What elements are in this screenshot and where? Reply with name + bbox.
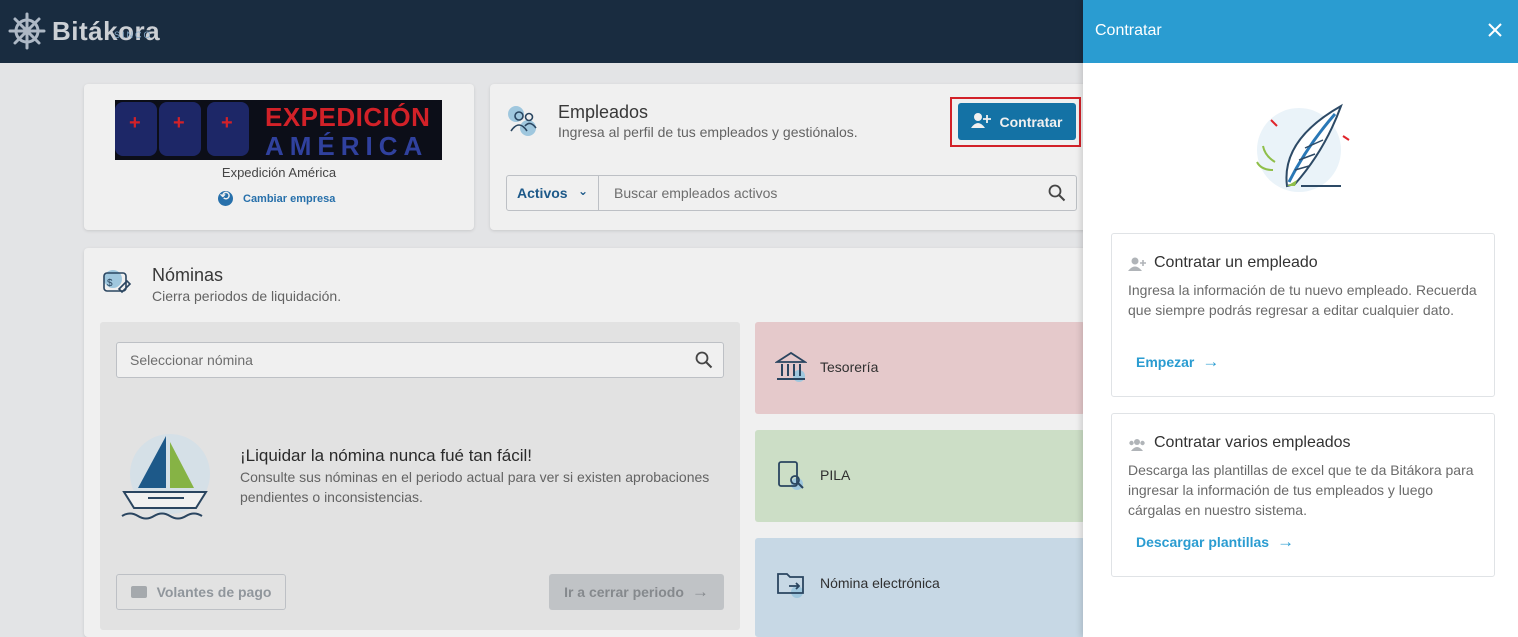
- arrow-right-icon: →: [1277, 532, 1295, 551]
- hire-single-option: Contratar un empleado Ingresa la informa…: [1111, 233, 1495, 397]
- drawer-header: Contratar: [1083, 0, 1518, 63]
- download-templates-link[interactable]: Descargar plantillas →: [1136, 532, 1294, 552]
- add-user-icon: [1128, 257, 1146, 271]
- hire-multiple-title: Contratar varios empleados: [1154, 434, 1351, 451]
- hire-single-text: Ingresa la información de tu nuevo emple…: [1128, 282, 1477, 318]
- users-group-icon: [1129, 439, 1145, 451]
- start-link-label: Empezar: [1136, 354, 1195, 370]
- download-templates-label: Descargar plantillas: [1136, 534, 1270, 550]
- drawer-title: Contratar: [1095, 22, 1162, 39]
- hire-multiple-text: Descarga las plantillas de excel que te …: [1128, 462, 1474, 518]
- hire-multiple-option: Contratar varios empleados Descarga las …: [1111, 413, 1495, 577]
- hire-single-title: Contratar un empleado: [1154, 254, 1318, 271]
- hire-drawer: Contratar Contratar un empleado Ingresa …: [1083, 0, 1518, 637]
- start-link[interactable]: Empezar →: [1136, 352, 1219, 372]
- arrow-right-icon: →: [1202, 352, 1220, 371]
- quill-illustration: [1256, 103, 1350, 192]
- close-icon[interactable]: [1486, 21, 1504, 39]
- modal-backdrop[interactable]: [0, 0, 1083, 637]
